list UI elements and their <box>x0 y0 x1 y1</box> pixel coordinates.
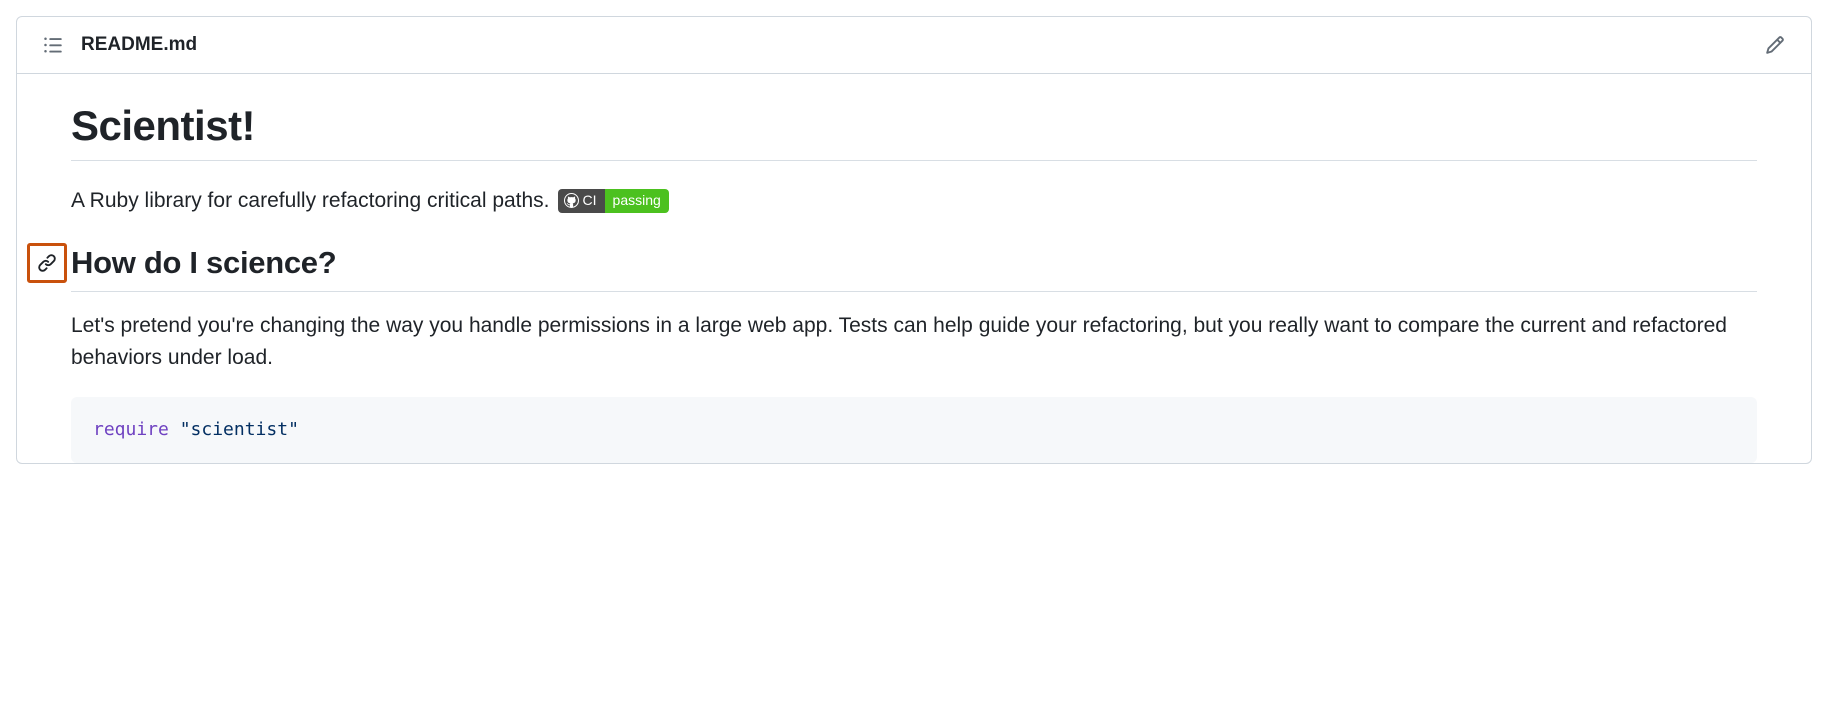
page-title: Scientist! <box>71 102 1757 161</box>
code-string: "scientist" <box>180 419 299 440</box>
markdown-body: Scientist! A Ruby library for carefully … <box>17 74 1811 463</box>
link-icon <box>37 253 57 273</box>
intro-paragraph: Let's pretend you're changing the way yo… <box>71 310 1757 375</box>
code-keyword: require <box>93 419 169 440</box>
readme-filename[interactable]: README.md <box>81 34 197 56</box>
description-text: A Ruby library for carefully refactoring… <box>71 185 550 217</box>
list-icon <box>43 35 63 55</box>
edit-file-button[interactable] <box>1759 29 1791 61</box>
heading-wrapper: How do I science? <box>71 245 1757 292</box>
table-of-contents-button[interactable] <box>37 29 69 61</box>
description-paragraph: A Ruby library for carefully refactoring… <box>71 185 1757 217</box>
github-icon <box>564 193 579 208</box>
section-heading: How do I science? <box>71 245 1757 292</box>
readme-header: README.md <box>17 17 1811 74</box>
ci-status-badge[interactable]: CI passing <box>558 189 669 213</box>
code-block: require "scientist" <box>71 397 1757 463</box>
pencil-icon <box>1765 35 1785 55</box>
heading-anchor-link[interactable] <box>27 243 67 283</box>
badge-label: CI <box>558 189 605 213</box>
badge-value: passing <box>605 189 669 213</box>
readme-container: README.md Scientist! A Ruby library for … <box>16 16 1812 464</box>
